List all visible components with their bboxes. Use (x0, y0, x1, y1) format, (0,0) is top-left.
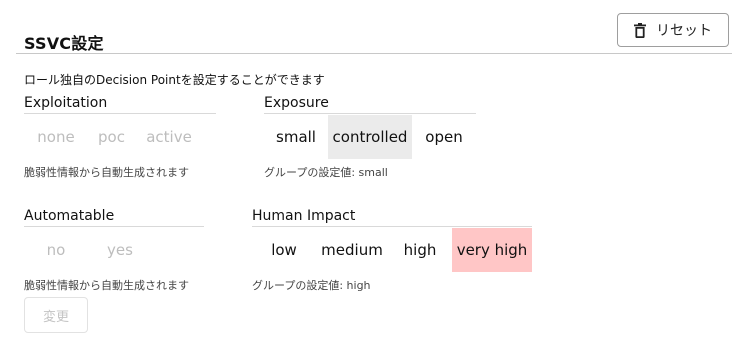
human-impact-options: low medium high very high (252, 228, 532, 272)
automatable-option-yes: yes (107, 241, 133, 259)
exposure-option-open[interactable]: open (412, 115, 476, 159)
ssvc-settings-panel: SSVC設定 リセット ロール独自のDecision Pointを設定することが… (0, 0, 743, 348)
exposure-option-small[interactable]: small (264, 115, 328, 159)
human-impact-option-high[interactable]: high (388, 228, 452, 272)
exposure-options: small controlled open (264, 115, 476, 159)
human-impact-helper-prefix: グループの設定値: (252, 279, 347, 292)
automatable-helper: 脆弱性情報から自動生成されます (24, 279, 189, 292)
exploitation-group: Exploitation none poc active 脆弱性情報から自動生成… (24, 95, 216, 180)
reset-button-label: リセット (656, 23, 712, 39)
exploitation-options: none poc active (24, 115, 216, 159)
section-description: ロール独自のDecision Pointを設定することができます (24, 73, 325, 87)
exploitation-helper: 脆弱性情報から自動生成されます (24, 166, 189, 179)
exposure-helper: グループの設定値: small (264, 164, 476, 180)
exploitation-option-poc: poc (98, 128, 125, 146)
exploitation-label: Exploitation (24, 95, 216, 114)
human-impact-option-very-high[interactable]: very high (452, 228, 532, 272)
automatable-option-no: no (46, 241, 66, 259)
automatable-options: no yes (24, 228, 204, 272)
exposure-label: Exposure (264, 95, 476, 114)
human-impact-group: Human Impact low medium high very high グ… (252, 208, 532, 293)
human-impact-option-medium[interactable]: medium (316, 228, 388, 272)
exposure-helper-value: small (358, 166, 388, 179)
exploitation-option-none: none (37, 128, 75, 146)
human-impact-label: Human Impact (252, 208, 532, 227)
human-impact-option-low[interactable]: low (252, 228, 316, 272)
automatable-label: Automatable (24, 208, 204, 227)
trash-icon (634, 22, 646, 38)
exposure-option-controlled[interactable]: controlled (328, 115, 412, 159)
change-button[interactable]: 変更 (24, 297, 88, 333)
exploitation-option-active: active (146, 128, 192, 146)
title-divider (16, 53, 732, 54)
reset-button[interactable]: リセット (617, 13, 729, 47)
human-impact-helper-value: high (346, 279, 371, 292)
automatable-group: Automatable no yes 脆弱性情報から自動生成されます (24, 208, 204, 293)
exposure-group: Exposure small controlled open グループの設定値:… (264, 95, 476, 180)
section-title: SSVC設定 (24, 34, 104, 53)
exposure-helper-prefix: グループの設定値: (264, 166, 359, 179)
human-impact-helper: グループの設定値: high (252, 277, 532, 293)
